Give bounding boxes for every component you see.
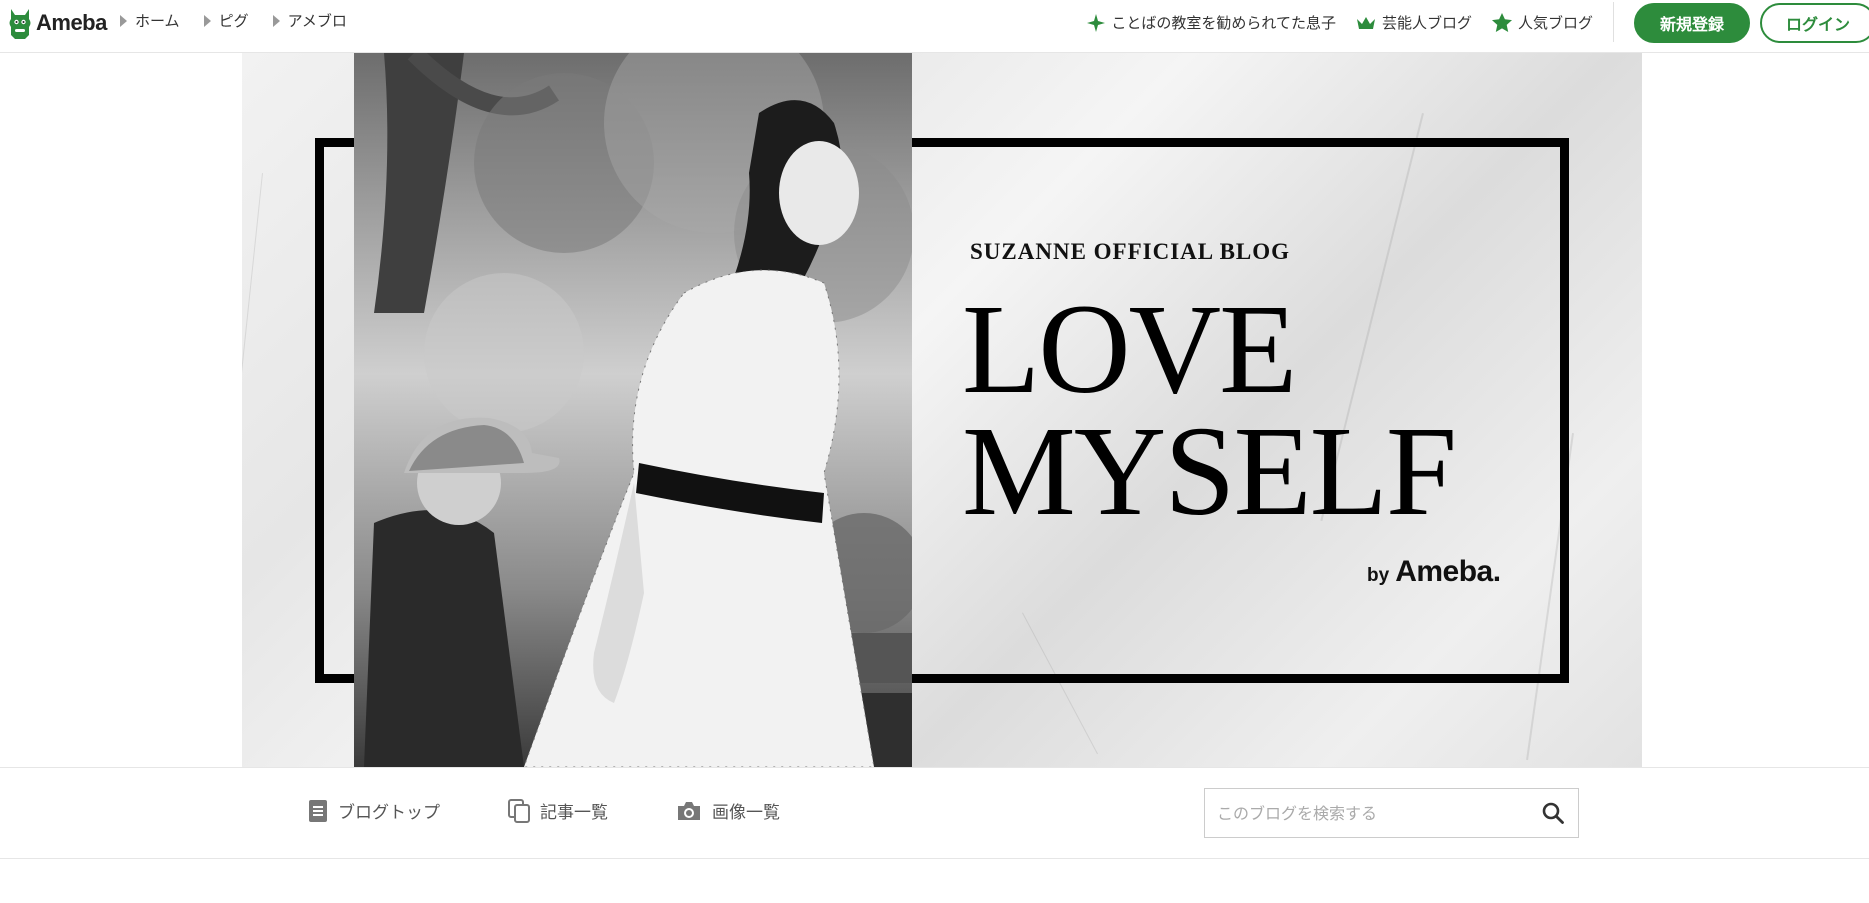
nav-item-label: 記事一覧 (540, 803, 608, 823)
blog-title-line2: MYSELF (962, 400, 1457, 542)
breadcrumb-label: ピグ (218, 12, 249, 30)
top-link-label: ことばの教室を勧められてた息子 (1111, 14, 1336, 32)
header-links: ことばの教室を勧められてた息子 芸能人ブログ 人気ブログ (1087, 12, 1593, 33)
marble-texture (242, 173, 263, 432)
byline-brand: Ameba. (1395, 555, 1501, 588)
sparkle-icon (1087, 13, 1106, 32)
blog-nav-menu: ブログトップ 記事一覧 画像一覧 (308, 798, 780, 823)
caret-right-icon (120, 14, 127, 27)
caret-right-icon (203, 14, 211, 27)
nav-article-list[interactable]: 記事一覧 (508, 798, 608, 823)
blog-title-line1: LOVE (962, 278, 1297, 420)
blog-search (1204, 788, 1579, 838)
logo-text: Ameba (36, 10, 107, 35)
login-button[interactable]: ログイン (1760, 3, 1869, 43)
camera-icon (678, 801, 700, 820)
top-link-label: 芸能人ブログ (1381, 14, 1472, 32)
hero-photo (354, 53, 912, 767)
document-icon (309, 799, 327, 822)
nav-item-label: 画像一覧 (712, 803, 780, 823)
nav-blog-top[interactable]: ブログトップ (308, 798, 440, 823)
nav-image-list[interactable]: 画像一覧 (676, 798, 780, 823)
celebrity-blog-link[interactable]: 芸能人ブログ (1356, 12, 1472, 33)
signup-button[interactable]: 新規登録 (1634, 3, 1750, 43)
breadcrumb-label: ホーム (135, 12, 180, 30)
breadcrumb-ameblo[interactable]: アメブロ (272, 10, 347, 31)
popular-blog-link[interactable]: 人気ブログ (1491, 12, 1593, 33)
copy-icon (508, 798, 530, 823)
ameba-logo[interactable]: Ameba (8, 7, 107, 39)
star-icon (1491, 13, 1512, 32)
breadcrumb-label: アメブロ (287, 12, 347, 30)
crown-icon (1356, 16, 1375, 29)
blog-header-image[interactable]: SUZANNE OFFICIAL BLOG LOVE MYSELF by Ame… (242, 53, 1642, 767)
search-input[interactable] (1205, 789, 1528, 837)
top-link-label: 人気ブログ (1517, 14, 1593, 32)
ameba-mascot-icon (9, 9, 31, 39)
byline: by Ameba. (1367, 555, 1501, 589)
search-button[interactable] (1528, 789, 1578, 837)
breadcrumb-pigg[interactable]: ピグ (203, 10, 249, 31)
trending-topic-link[interactable]: ことばの教室を勧められてた息子 (1087, 12, 1336, 33)
breadcrumb-home[interactable]: ホーム (120, 10, 180, 31)
breadcrumb: ホーム ピグ アメブロ (120, 10, 347, 31)
search-icon (1542, 802, 1564, 824)
nav-item-label: ブログトップ (338, 803, 440, 823)
blog-subtitle: SUZANNE OFFICIAL BLOG (970, 239, 1291, 264)
blog-navigation: ブログトップ 記事一覧 画像一覧 (0, 767, 1869, 859)
photo-illustration (364, 53, 912, 767)
global-header: Ameba ホーム ピグ アメブロ ことばの教室を勧められてた息子 芸能人ブログ (0, 0, 1869, 53)
header-divider (1613, 2, 1614, 42)
caret-right-icon (272, 14, 280, 27)
byline-by: by (1367, 565, 1390, 586)
blog-title: LOVE MYSELF (962, 278, 1457, 542)
